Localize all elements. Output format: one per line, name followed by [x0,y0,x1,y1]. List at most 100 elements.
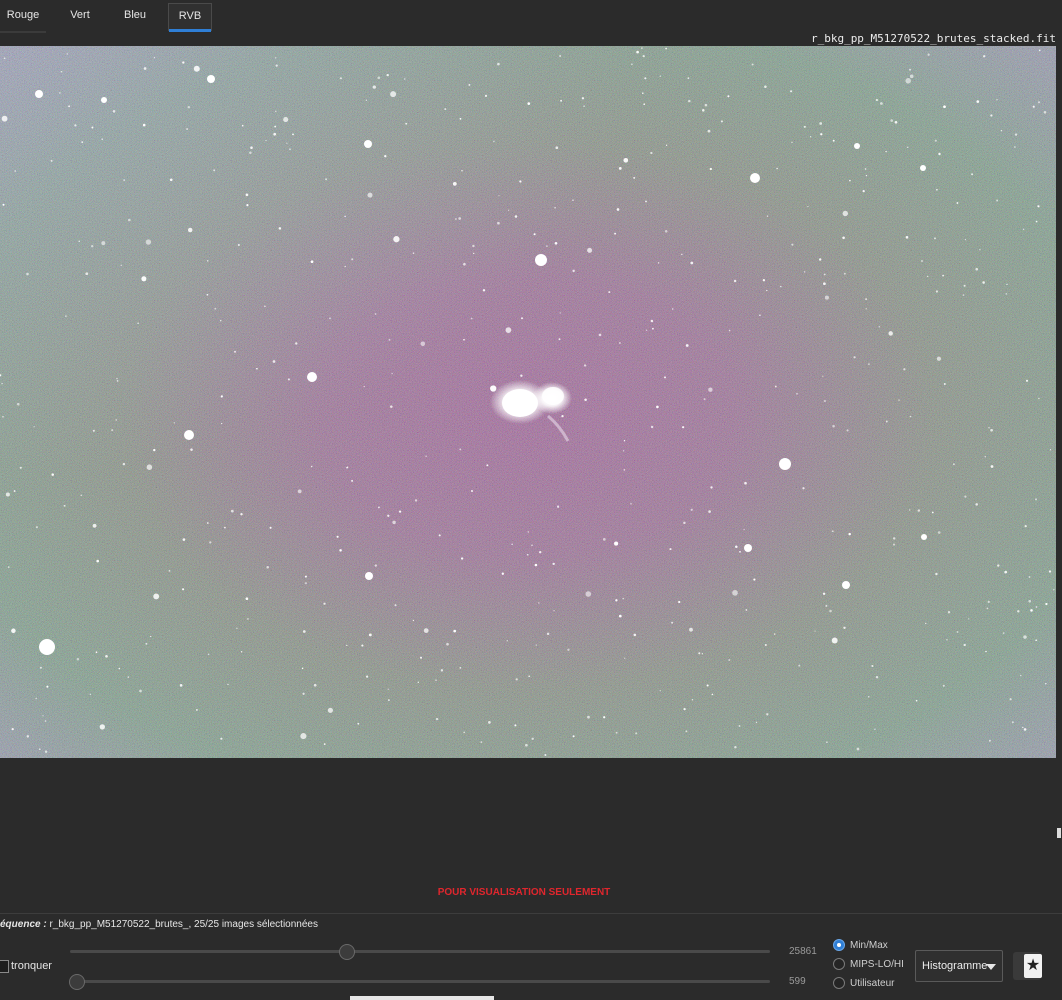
star [875,676,879,679]
star [272,360,276,363]
tab-vert[interactable]: Vert [58,3,102,30]
star [572,199,574,201]
star [650,425,654,429]
star [935,290,938,293]
star [862,189,865,193]
star [942,684,945,687]
star [790,90,793,93]
star [964,238,967,241]
image-tool-button[interactable]: ★ [1013,952,1042,980]
star [240,651,243,653]
star [287,378,290,381]
bright-star [207,75,215,83]
star [286,142,288,144]
tab-bleu[interactable]: Bleu [114,3,156,30]
star [95,651,98,654]
star [186,128,189,130]
star [657,262,660,264]
star [372,85,376,89]
star [538,602,540,604]
star [336,535,339,538]
star [361,644,364,647]
radio-mips[interactable] [833,958,845,970]
star [878,325,881,328]
star [909,68,911,71]
star [956,631,959,633]
high-threshold-handle[interactable] [339,944,355,960]
star [472,244,475,248]
star [733,279,737,283]
image-viewer[interactable] [0,46,1056,758]
star [644,77,647,80]
star [266,566,269,569]
star [669,548,672,551]
star [521,317,523,320]
radio-minmax[interactable] [833,939,845,951]
bright-star [744,544,752,552]
star [753,578,756,581]
star [842,210,849,217]
star [1037,101,1041,104]
star [13,490,16,492]
star [1035,639,1038,642]
radio-utilisateur[interactable] [833,977,845,989]
star [764,643,767,647]
star [987,600,990,604]
low-threshold-handle[interactable] [69,974,85,990]
star [234,350,236,353]
tab-rouge[interactable]: Rouge [0,3,46,33]
high-threshold-slider[interactable] [70,950,770,953]
display-mode-dropdown[interactable]: Histogramme [915,950,1003,982]
star [645,329,648,331]
star [826,741,828,744]
star [275,110,277,113]
star [744,481,747,485]
tab-rvb[interactable]: RVB [168,3,212,32]
star [665,144,668,146]
star [942,274,944,277]
star [33,426,35,428]
star [631,63,633,66]
star [560,99,563,102]
star [963,284,966,287]
star [111,429,114,432]
star [90,244,94,248]
star [484,94,488,98]
image-tool-icon: ★ [1024,954,1042,978]
star [377,506,380,509]
star [984,456,986,458]
star [938,152,941,156]
star [526,553,529,556]
star [346,466,348,469]
star [1035,498,1037,501]
low-threshold-slider[interactable] [70,980,770,983]
star [1028,599,1031,603]
dropdown-arrow-icon [986,964,996,970]
star [802,487,805,490]
star [452,182,457,186]
star [187,105,191,109]
star [453,629,457,633]
star [425,455,427,457]
star [405,122,408,125]
star [66,53,68,55]
star [975,267,979,271]
star [766,289,768,292]
star [559,312,561,314]
star [936,356,942,361]
star [473,252,475,255]
star [681,253,683,256]
star [905,78,911,84]
tronquer-checkbox[interactable] [0,960,9,973]
star [559,55,561,57]
star [35,526,38,529]
star [843,272,846,275]
star [814,630,816,632]
star [976,100,980,103]
star [688,99,691,103]
star [766,713,769,716]
star [934,139,937,142]
scrollbar-marker[interactable] [1057,828,1061,838]
star [74,124,77,127]
star [636,50,639,54]
